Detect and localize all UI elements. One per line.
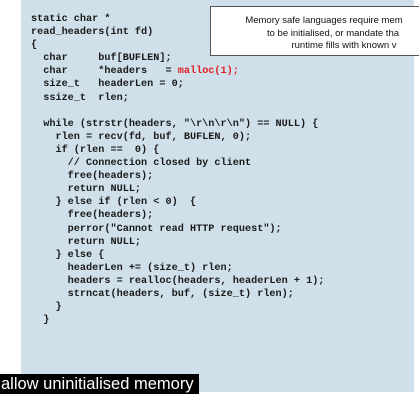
code-panel: static char * read_headers(int fd) { cha… — [21, 0, 414, 392]
callout-line: to be initialised, or mandate tha — [266, 27, 400, 39]
code-line: // Connection closed by client — [31, 158, 252, 170]
code-line: } — [31, 315, 50, 327]
code-line: ssize_t rlen; — [31, 92, 129, 104]
code-line: strncat(headers, buf, (size_t) rlen); — [31, 288, 294, 300]
code-line: headerLen += (size_t) rlen; — [31, 262, 233, 274]
code-line: } else { — [31, 249, 105, 261]
code-line: { — [31, 40, 38, 52]
callout-line: runtime fills with known v — [291, 40, 397, 51]
malloc-highlight: malloc(1); — [177, 66, 239, 78]
code-line: static char * — [31, 14, 111, 25]
callout-box: Memory safe languages require mem to be … — [210, 6, 419, 56]
code-line: perror("Cannot read HTTP request"); — [31, 223, 282, 235]
code-line: return NULL; — [31, 236, 142, 248]
callout-line: Memory safe languages require mem — [245, 15, 403, 26]
code-line: } else if (rlen < 0) { — [31, 197, 197, 209]
code-line: return NULL; — [31, 184, 142, 196]
code-line: read_headers(int fd) — [31, 27, 154, 39]
code-line: char buf[BUFLEN]; — [31, 53, 172, 65]
caption-banner: allow uninitialised memory — [0, 374, 199, 394]
slide: static char * read_headers(int fd) { cha… — [0, 0, 419, 407]
code-line: } — [31, 302, 62, 314]
code-line: size_t headerLen = 0; — [31, 79, 184, 91]
code-line: free(headers); — [31, 210, 154, 222]
code-line: if (rlen == 0) { — [31, 144, 160, 156]
code-line: char *headers = — [31, 66, 178, 78]
code-line: while (strstr(headers, "\r\n\r\n") == NU… — [31, 118, 319, 130]
code-line: headers = realloc(headers, headerLen + 1… — [31, 275, 325, 287]
code-listing: static char * read_headers(int fd) { cha… — [31, 13, 324, 327]
code-line: rlen = recv(fd, buf, BUFLEN, 0); — [31, 131, 252, 143]
code-line: free(headers); — [31, 171, 154, 183]
